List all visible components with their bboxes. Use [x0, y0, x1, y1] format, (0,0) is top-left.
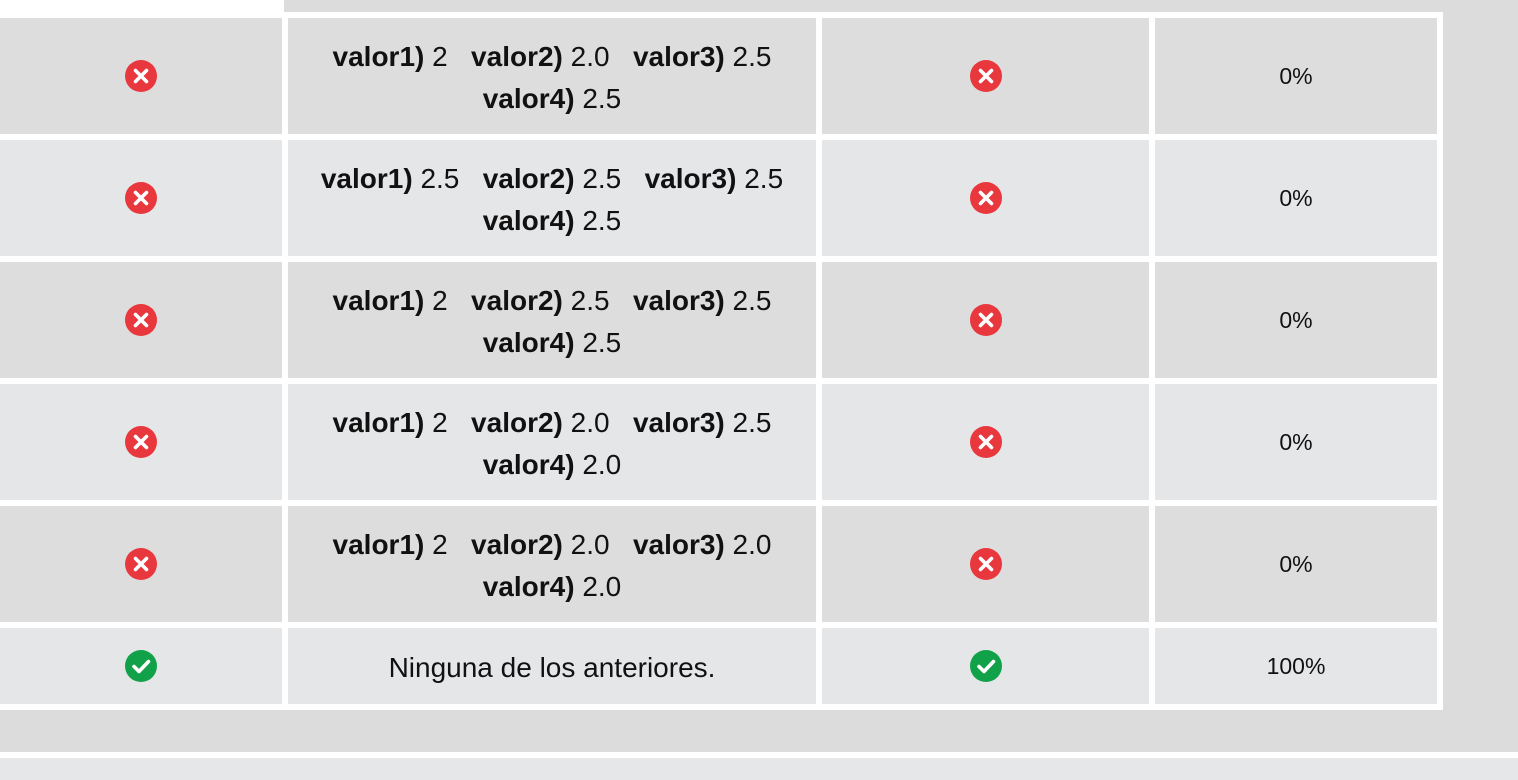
value-label: valor3)	[632, 529, 725, 560]
your-answer-cell	[0, 384, 282, 500]
value-label: valor1)	[332, 529, 425, 560]
x-circle-icon	[125, 304, 157, 336]
percent-cell: 0%	[1155, 384, 1437, 500]
table-row: Ninguna de los anteriores. 100%	[0, 628, 1437, 704]
value: 2.5	[582, 163, 622, 194]
percent-cell: 0%	[1155, 18, 1437, 134]
x-circle-icon	[969, 548, 1002, 580]
check-circle-icon	[125, 650, 157, 682]
top-band	[284, 0, 1518, 12]
value: 2.0	[570, 41, 610, 72]
your-answer-cell	[0, 506, 282, 622]
value-label: valor1)	[332, 407, 425, 438]
table-row: valor1) 2 valor2) 2.0 valor3) 2.5 valor4…	[0, 18, 1437, 134]
value: 2	[432, 285, 448, 316]
value-label: valor3)	[644, 163, 737, 194]
value: 2.0	[570, 407, 610, 438]
value: 2.0	[582, 571, 622, 602]
check-circle-icon	[969, 650, 1002, 682]
value-label: valor4)	[482, 83, 575, 114]
x-circle-icon	[125, 548, 157, 580]
value: 2.0	[582, 449, 622, 480]
value-label: valor2)	[471, 285, 563, 316]
value: 2.5	[582, 83, 622, 114]
percent-cell: 0%	[1155, 506, 1437, 622]
answer-option-cell: valor1) 2 valor2) 2.0 valor3) 2.5 valor4…	[288, 384, 816, 500]
value-label: valor1)	[320, 163, 413, 194]
answer-option-cell: Ninguna de los anteriores.	[288, 628, 816, 704]
correct-answer-cell	[822, 628, 1149, 704]
percent-cell: 0%	[1155, 140, 1437, 256]
value-label: valor4)	[482, 327, 575, 358]
table-row: valor1) 2 valor2) 2.0 valor3) 2.5 valor4…	[0, 384, 1437, 500]
answer-option-cell: valor1) 2 valor2) 2.0 valor3) 2.0 valor4…	[288, 506, 816, 622]
correct-answer-cell	[822, 140, 1149, 256]
value-label: valor4)	[482, 571, 575, 602]
value: 2.5	[582, 327, 622, 358]
percent-cell: 100%	[1155, 628, 1437, 704]
value-label: valor4)	[482, 449, 575, 480]
answer-option-cell: valor1) 2 valor2) 2.0 valor3) 2.5 valor4…	[288, 18, 816, 134]
table-row: valor1) 2.5 valor2) 2.5 valor3) 2.5 valo…	[0, 140, 1437, 256]
x-circle-icon	[969, 60, 1002, 92]
value: 2.5	[732, 41, 772, 72]
table-row: valor1) 2 valor2) 2.0 valor3) 2.0 valor4…	[0, 506, 1437, 622]
value-label: valor2)	[471, 529, 563, 560]
answer-option-cell: valor1) 2.5 valor2) 2.5 valor3) 2.5 valo…	[288, 140, 816, 256]
value-label: valor3)	[632, 407, 725, 438]
correct-answer-cell	[822, 18, 1149, 134]
value: 2.0	[570, 529, 610, 560]
x-circle-icon	[125, 182, 157, 214]
x-circle-icon	[969, 426, 1002, 458]
your-answer-cell	[0, 262, 282, 378]
correct-answer-cell	[822, 506, 1149, 622]
value: 2.5	[732, 285, 772, 316]
value: 2.5	[582, 205, 622, 236]
answer-option-cell: valor1) 2 valor2) 2.5 valor3) 2.5 valor4…	[288, 262, 816, 378]
value: 2	[432, 41, 448, 72]
value: 2.5	[570, 285, 610, 316]
value: 2.5	[420, 163, 460, 194]
value-label: valor1)	[332, 41, 425, 72]
value-label: valor2)	[471, 407, 563, 438]
table-row: valor1) 2 valor2) 2.5 valor3) 2.5 valor4…	[0, 262, 1437, 378]
x-circle-icon	[125, 60, 157, 92]
value-label: valor4)	[482, 205, 575, 236]
x-circle-icon	[969, 182, 1002, 214]
bottom-band	[0, 758, 1518, 780]
x-circle-icon	[125, 426, 157, 458]
value-label: valor1)	[332, 285, 425, 316]
your-answer-cell	[0, 628, 282, 704]
your-answer-cell	[0, 18, 282, 134]
x-circle-icon	[969, 304, 1002, 336]
correct-answer-cell	[822, 262, 1149, 378]
value-label: valor3)	[632, 285, 725, 316]
value: 2.5	[744, 163, 784, 194]
value-label: valor3)	[632, 41, 725, 72]
value: 2	[432, 407, 448, 438]
value: 2.0	[732, 529, 772, 560]
your-answer-cell	[0, 140, 282, 256]
value: 2.5	[732, 407, 772, 438]
value-label: valor2)	[482, 163, 575, 194]
percent-cell: 0%	[1155, 262, 1437, 378]
correct-answer-cell	[822, 384, 1149, 500]
answers-table: valor1) 2 valor2) 2.0 valor3) 2.5 valor4…	[0, 12, 1443, 710]
value: 2	[432, 529, 448, 560]
value-label: valor2)	[471, 41, 563, 72]
